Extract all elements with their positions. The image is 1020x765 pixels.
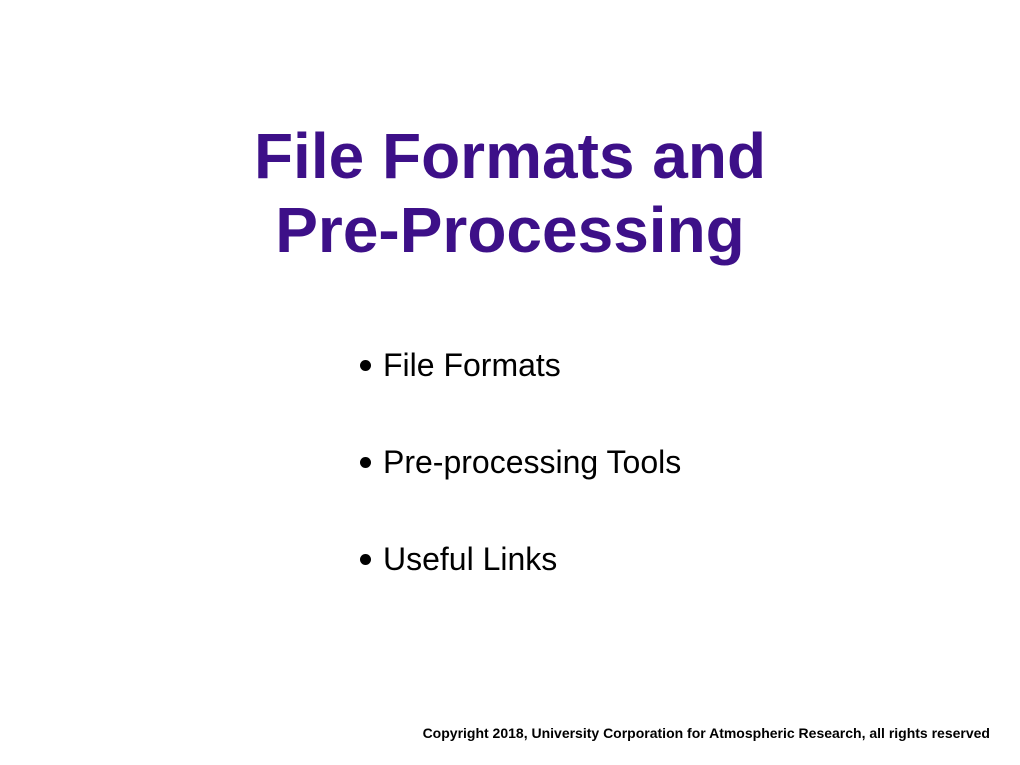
list-item: Useful Links: [360, 541, 960, 578]
bullet-icon: [360, 457, 371, 468]
bullet-text: Useful Links: [383, 541, 557, 578]
slide-title: File Formats and Pre-Processing: [60, 120, 960, 267]
slide-container: File Formats and Pre-Processing File For…: [0, 0, 1020, 765]
bullet-text: File Formats: [383, 347, 561, 384]
bullet-icon: [360, 554, 371, 565]
list-item: Pre-processing Tools: [360, 444, 960, 481]
title-line-2: Pre-Processing: [275, 194, 745, 266]
title-line-1: File Formats and: [254, 120, 766, 192]
bullet-icon: [360, 360, 371, 371]
list-item: File Formats: [360, 347, 960, 384]
bullet-text: Pre-processing Tools: [383, 444, 681, 481]
bullet-list: File Formats Pre-processing Tools Useful…: [60, 347, 960, 578]
copyright-footer: Copyright 2018, University Corporation f…: [423, 725, 990, 741]
